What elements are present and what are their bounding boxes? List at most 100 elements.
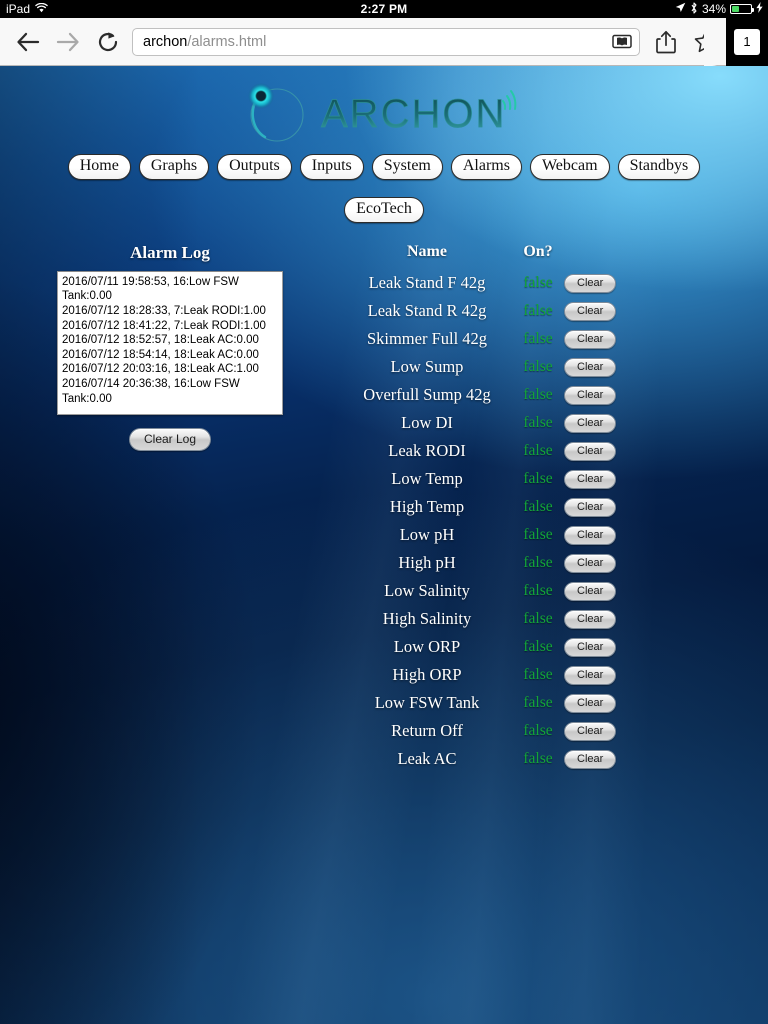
alarm-name-label: High pH: [342, 549, 512, 577]
clear-alarm-button[interactable]: Clear: [564, 330, 616, 349]
page-background: ARCHON Home Graphs Outputs Inputs System…: [0, 66, 768, 1024]
alarm-row: Leak Stand R 42gfalseClear: [342, 297, 630, 325]
nav-item-ecotech[interactable]: EcoTech: [344, 197, 424, 223]
alarm-action-cell: Clear: [564, 661, 630, 689]
clear-alarm-button[interactable]: Clear: [564, 498, 616, 517]
forward-button[interactable]: [48, 22, 88, 62]
alarm-name-label: Low Temp: [342, 465, 512, 493]
alarm-row: High TempfalseClear: [342, 493, 630, 521]
nav-item-inputs[interactable]: Inputs: [300, 154, 364, 180]
share-button[interactable]: [646, 22, 686, 62]
clear-alarm-button[interactable]: Clear: [564, 666, 616, 685]
alarm-action-cell: Clear: [564, 297, 630, 325]
alarm-action-cell: Clear: [564, 521, 630, 549]
alarm-name-label: High Temp: [342, 493, 512, 521]
clear-log-button[interactable]: Clear Log: [129, 428, 211, 451]
alarm-action-cell: Clear: [564, 493, 630, 521]
alarm-name-label: Low pH: [342, 521, 512, 549]
reader-view-icon[interactable]: [609, 31, 635, 53]
alarm-name-label: Leak AC: [342, 745, 512, 773]
alarm-action-cell: Clear: [564, 325, 630, 353]
tab-count-button[interactable]: 1: [726, 18, 768, 66]
clear-alarm-button[interactable]: Clear: [564, 470, 616, 489]
clear-alarm-button[interactable]: Clear: [564, 750, 616, 769]
clear-alarm-button[interactable]: Clear: [564, 582, 616, 601]
archon-spiral-logo-icon: ARCHON: [239, 79, 529, 145]
alarm-state-value: false: [512, 437, 564, 465]
toolbar-corner-mask: [704, 18, 726, 66]
clear-alarm-button[interactable]: Clear: [564, 414, 616, 433]
nav-item-webcam[interactable]: Webcam: [530, 154, 610, 180]
clear-alarm-button[interactable]: Clear: [564, 694, 616, 713]
alarm-state-value: false: [512, 269, 564, 297]
clear-alarm-button[interactable]: Clear: [564, 274, 616, 293]
alarm-table: Name On? Leak Stand F 42gfalseClearLeak …: [342, 243, 630, 773]
alarm-state-value: false: [512, 661, 564, 689]
alarm-state-value: false: [512, 605, 564, 633]
alarm-log-panel: Alarm Log 2016/07/11 19:58:53, 16:Low FS…: [0, 243, 330, 451]
nav-item-home[interactable]: Home: [68, 154, 131, 180]
back-button[interactable]: [8, 22, 48, 62]
url-path-text: /alarms.html: [187, 34, 266, 50]
column-header-name: Name: [342, 243, 512, 269]
alarm-log-textarea[interactable]: 2016/07/11 19:58:53, 16:Low FSW Tank:0.0…: [57, 271, 283, 415]
clear-alarm-button[interactable]: Clear: [564, 442, 616, 461]
clear-alarm-button[interactable]: Clear: [564, 526, 616, 545]
alarm-state-value: false: [512, 325, 564, 353]
alarm-row: Low SumpfalseClear: [342, 353, 630, 381]
alarm-row: Low SalinityfalseClear: [342, 577, 630, 605]
alarm-table-header-row: Name On?: [342, 243, 630, 269]
main-navigation-row-2: EcoTech: [0, 187, 768, 223]
alarm-action-cell: Clear: [564, 437, 630, 465]
alarm-name-label: High Salinity: [342, 605, 512, 633]
tab-count-label: 1: [734, 29, 760, 55]
alarm-row: High pHfalseClear: [342, 549, 630, 577]
alarm-row: Skimmer Full 42gfalseClear: [342, 325, 630, 353]
alarm-name-label: High ORP: [342, 661, 512, 689]
alarm-name-label: Low Sump: [342, 353, 512, 381]
alarm-row: Low pHfalseClear: [342, 521, 630, 549]
site-logo: ARCHON: [0, 66, 768, 144]
nav-item-system[interactable]: System: [372, 154, 443, 180]
clear-alarm-button[interactable]: Clear: [564, 722, 616, 741]
alarm-row: High ORPfalseClear: [342, 661, 630, 689]
reload-button[interactable]: [88, 22, 128, 62]
nav-item-alarms[interactable]: Alarms: [451, 154, 522, 180]
alarm-table-body: Leak Stand F 42gfalseClearLeak Stand R 4…: [342, 269, 630, 773]
main-content: Alarm Log 2016/07/11 19:58:53, 16:Low FS…: [0, 223, 768, 773]
main-navigation: Home Graphs Outputs Inputs System Alarms…: [0, 144, 768, 180]
ios-status-bar: iPad 2:27 PM 34%: [0, 0, 768, 18]
alarm-action-cell: Clear: [564, 577, 630, 605]
clear-alarm-button[interactable]: Clear: [564, 302, 616, 321]
alarm-state-value: false: [512, 577, 564, 605]
alarm-table-panel: Name On? Leak Stand F 42gfalseClearLeak …: [330, 243, 768, 773]
nav-item-standbys[interactable]: Standbys: [618, 154, 701, 180]
alarm-action-cell: Clear: [564, 717, 630, 745]
alarm-state-value: false: [512, 297, 564, 325]
column-header-on: On?: [512, 243, 564, 269]
clear-alarm-button[interactable]: Clear: [564, 610, 616, 629]
clear-alarm-button[interactable]: Clear: [564, 386, 616, 405]
alarm-name-label: Leak Stand R 42g: [342, 297, 512, 325]
alarm-state-value: false: [512, 549, 564, 577]
alarm-state-value: false: [512, 521, 564, 549]
alarm-row: Low DIfalseClear: [342, 409, 630, 437]
alarm-state-value: false: [512, 493, 564, 521]
clear-alarm-button[interactable]: Clear: [564, 358, 616, 377]
nav-item-graphs[interactable]: Graphs: [139, 154, 209, 180]
alarm-row: Return OfffalseClear: [342, 717, 630, 745]
column-header-action: [564, 243, 630, 269]
alarm-action-cell: Clear: [564, 633, 630, 661]
clear-alarm-button[interactable]: Clear: [564, 638, 616, 657]
alarm-name-label: Low Salinity: [342, 577, 512, 605]
alarm-state-value: false: [512, 717, 564, 745]
alarm-name-label: Low FSW Tank: [342, 689, 512, 717]
alarm-name-label: Low DI: [342, 409, 512, 437]
battery-icon: [730, 4, 752, 14]
nav-item-outputs[interactable]: Outputs: [217, 154, 292, 180]
alarm-row: Leak ACfalseClear: [342, 745, 630, 773]
alarm-state-value: false: [512, 353, 564, 381]
alarm-action-cell: Clear: [564, 689, 630, 717]
clear-alarm-button[interactable]: Clear: [564, 554, 616, 573]
address-bar[interactable]: archon/alarms.html: [132, 28, 640, 56]
